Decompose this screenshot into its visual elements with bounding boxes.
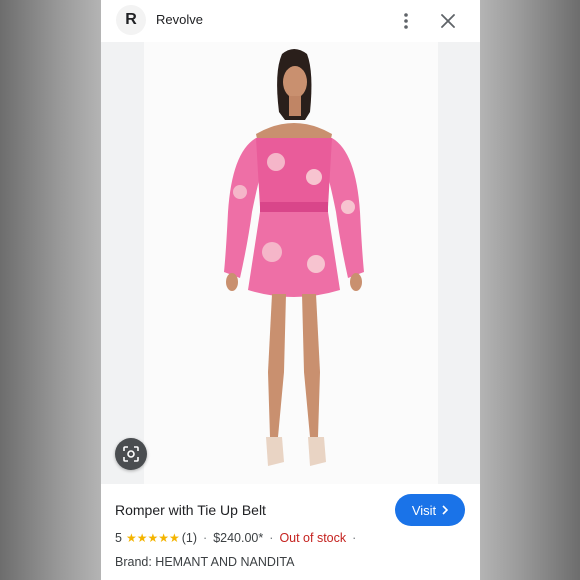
visit-button[interactable]: Visit [395,494,465,526]
star-rating: ★★★★★ [125,531,180,545]
separator-dot: · [352,531,357,545]
site-logo: R [116,5,146,35]
chevron-right-icon [442,505,449,515]
product-panel: R Revolve Romper with Tie Up Belt Visit … [101,0,480,580]
price: $240.00* [213,531,264,545]
background-right [480,0,580,580]
panel-header: R Revolve [101,0,480,42]
brand-line: Brand: HEMANT AND NANDITA [115,555,295,569]
product-info: Romper with Tie Up Belt Visit 5 ★★★★★ (1… [101,484,480,580]
more-vert-icon [404,13,408,29]
model-illustration [224,49,364,466]
product-meta: 5 ★★★★★ (1) · $240.00* · Out of stock · [115,531,362,545]
rating-value: 5 [115,531,122,545]
close-icon [441,14,455,28]
product-title: Romper with Tie Up Belt [115,502,266,518]
close-button[interactable] [436,9,460,33]
product-image-area [101,42,480,484]
product-image[interactable] [144,42,438,484]
visit-button-label: Visit [411,502,437,518]
more-options-button[interactable] [396,9,416,33]
site-name[interactable]: Revolve [156,12,203,27]
background-left [0,0,101,580]
review-count[interactable]: (1) [182,531,197,545]
google-lens-icon [123,446,139,462]
separator-dot: · [203,531,208,545]
visual-search-button[interactable] [115,438,147,470]
separator-dot: · [269,531,274,545]
stock-status: Out of stock [279,531,347,545]
